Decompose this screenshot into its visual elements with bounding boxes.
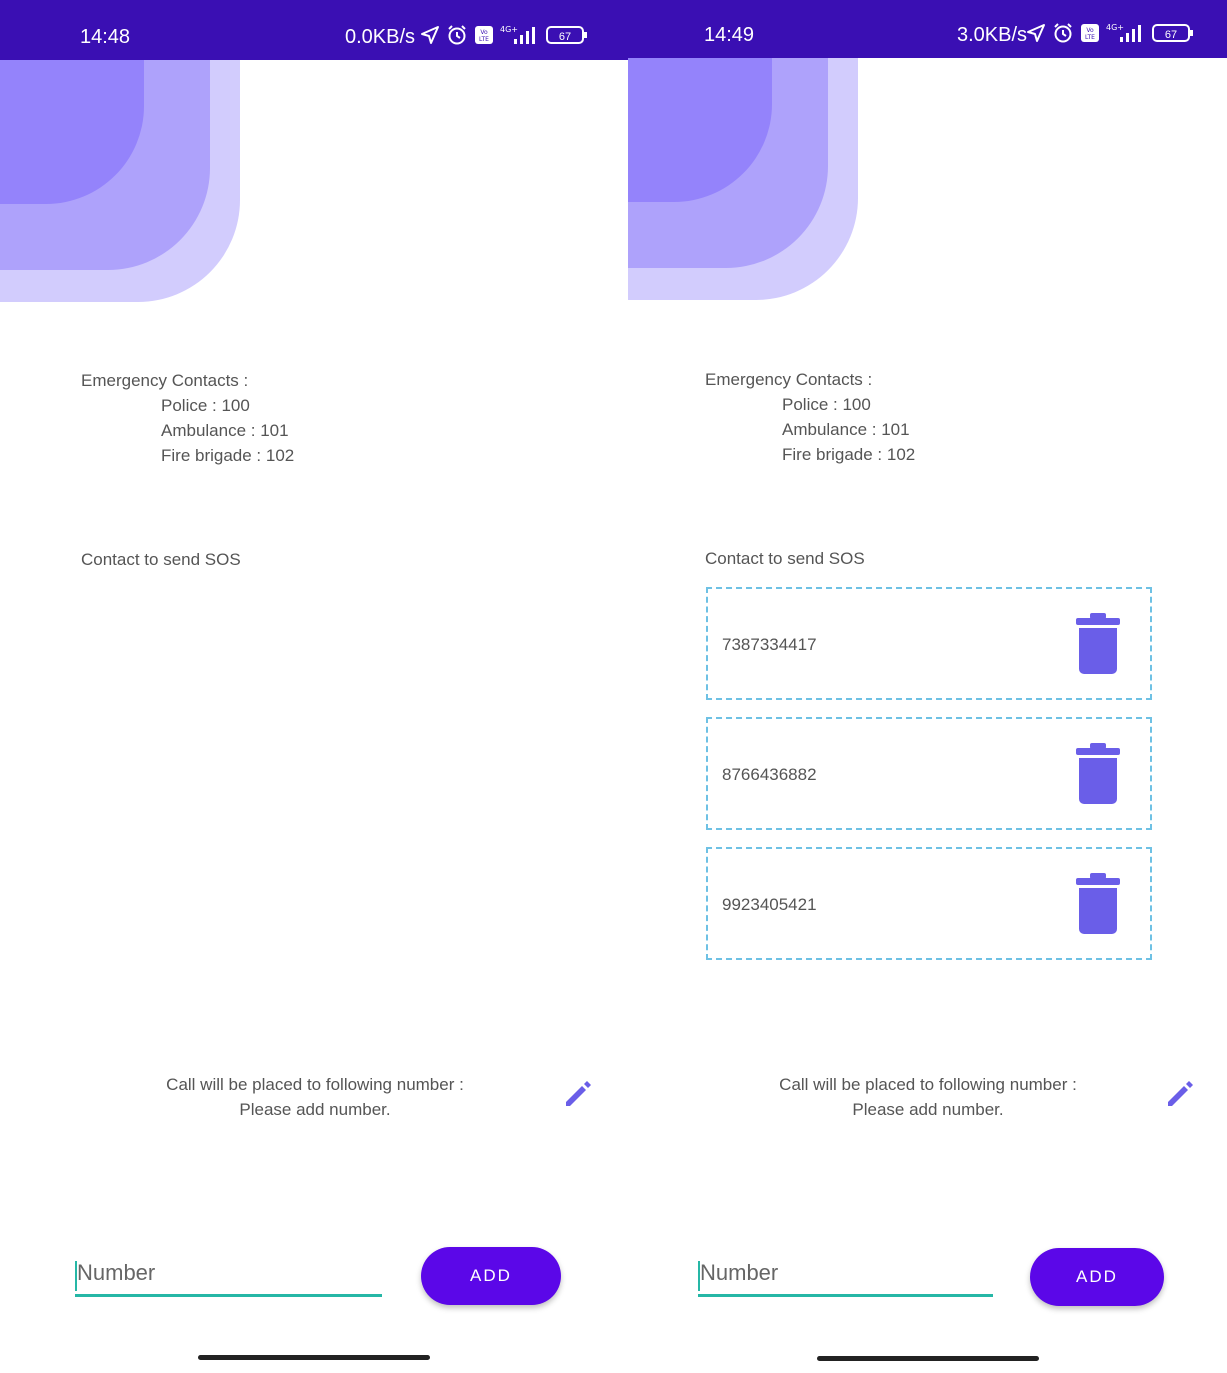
volte-icon: VoLTE — [1081, 24, 1099, 42]
status-bar: 14:48 0.0KB/s Vo LTE 4G+ 67 — [0, 0, 628, 60]
delete-trash-icon[interactable] — [1076, 873, 1120, 935]
police-number: Police : 100 — [161, 396, 250, 415]
home-indicator[interactable] — [817, 1356, 1039, 1361]
location-icon — [421, 26, 439, 44]
sos-contact-item: 8766436882 — [706, 717, 1152, 830]
call-info-line1: Call will be placed to following number … — [166, 1075, 464, 1094]
svg-text:67: 67 — [559, 31, 571, 43]
home-indicator[interactable] — [198, 1355, 430, 1360]
svg-text:4G+: 4G+ — [500, 25, 518, 34]
text-cursor — [75, 1261, 77, 1291]
fire-brigade-number: Fire brigade : 102 — [782, 445, 916, 464]
svg-text:Vo: Vo — [1086, 27, 1094, 34]
police-number: Police : 100 — [782, 395, 871, 414]
status-time: 14:48 — [80, 26, 131, 48]
ambulance-number: Ambulance : 101 — [782, 420, 910, 439]
svg-text:Vo: Vo — [480, 29, 488, 36]
call-info: Call will be placed to following number … — [713, 1072, 1143, 1122]
battery-icon: 67 — [1152, 24, 1193, 42]
text-cursor — [698, 1261, 700, 1291]
number-input[interactable] — [75, 1260, 382, 1297]
edit-pencil-icon[interactable] — [562, 1078, 594, 1110]
status-bar: 14:49 3.0KB/s Vo LTE 4G+ 67 — [628, 0, 1227, 58]
emergency-contacts: Emergency Contacts : Police : 100 Ambula… — [705, 367, 915, 467]
emergency-contacts: Emergency Contacts : Police : 100 Ambula… — [81, 368, 294, 468]
status-time: 14:49 — [704, 24, 755, 46]
screen-before: 14:48 0.0KB/s Vo LTE 4G+ 67 Emergency Con… — [0, 0, 628, 1373]
svg-text:4G+: 4G+ — [1106, 23, 1124, 32]
alarm-icon — [448, 25, 466, 45]
status-network-speed: 3.0KB/s — [957, 24, 1028, 46]
call-info-line1: Call will be placed to following number … — [779, 1075, 1077, 1094]
volte-icon: VoLTE — [475, 26, 493, 44]
svg-text:LTE: LTE — [479, 36, 489, 43]
signal-icon: 4G+ — [1106, 23, 1141, 42]
signal-icon: 4G+ — [500, 25, 535, 44]
status-icons: Vo LTE 4G+ 67 — [420, 24, 588, 46]
ambulance-number: Ambulance : 101 — [161, 421, 289, 440]
fire-brigade-number: Fire brigade : 102 — [161, 446, 295, 465]
sos-contact-item: 7387334417 — [706, 587, 1152, 700]
alarm-icon — [1054, 23, 1072, 43]
sos-contacts-label: Contact to send SOS — [81, 550, 241, 569]
sos-contact-number: 7387334417 — [722, 635, 817, 654]
sos-contact-item: 9923405421 — [706, 847, 1152, 960]
number-input[interactable] — [698, 1260, 993, 1297]
call-info-line2: Please add number. — [239, 1100, 391, 1119]
call-info-line2: Please add number. — [852, 1100, 1004, 1119]
svg-text:LTE: LTE — [1085, 34, 1095, 41]
location-icon — [1027, 24, 1045, 42]
decorative-blob — [628, 58, 858, 300]
delete-trash-icon[interactable] — [1076, 743, 1120, 805]
add-button[interactable]: ADD — [421, 1247, 561, 1305]
battery-icon: 67 — [546, 26, 587, 44]
sos-contacts-label: Contact to send SOS — [705, 549, 865, 568]
add-button[interactable]: ADD — [1030, 1248, 1164, 1306]
screen-after: 14:49 3.0KB/s Vo LTE 4G+ 67 Emergency Con… — [628, 0, 1227, 1373]
edit-pencil-icon[interactable] — [1164, 1078, 1196, 1110]
status-icons: Vo LTE 4G+ 67 — [1026, 22, 1194, 44]
emergency-title: Emergency Contacts : — [705, 370, 873, 389]
emergency-title: Emergency Contacts : — [81, 371, 249, 390]
decorative-blob — [0, 60, 240, 302]
status-network-speed: 0.0KB/s — [345, 26, 416, 48]
call-info: Call will be placed to following number … — [100, 1072, 530, 1122]
svg-text:67: 67 — [1165, 29, 1177, 41]
sos-contact-number: 9923405421 — [722, 895, 817, 914]
delete-trash-icon[interactable] — [1076, 613, 1120, 675]
sos-contact-number: 8766436882 — [722, 765, 817, 784]
